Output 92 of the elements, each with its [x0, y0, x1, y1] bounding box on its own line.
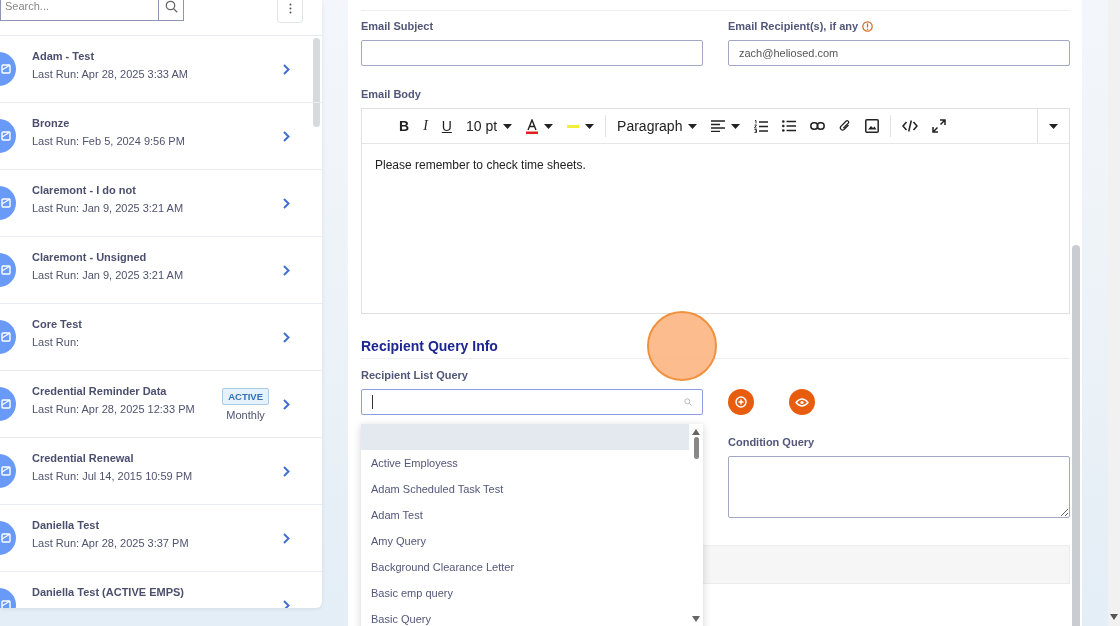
italic-button[interactable]: I	[416, 109, 435, 143]
field-label: Email Recipient(s), if any	[728, 20, 859, 32]
chevron-right-icon	[283, 130, 290, 142]
chevron-right-icon	[283, 465, 290, 477]
condition-field[interactable]	[728, 456, 1070, 518]
last-run-text: Last Run: Jul 14, 2015 10:59 PM	[32, 470, 194, 482]
item-name: Daniella Test (ACTIVE EMPS)	[32, 586, 185, 598]
scrollbar-thumb[interactable]	[1072, 245, 1080, 626]
caret-icon	[503, 123, 513, 129]
align-left-icon	[711, 120, 726, 132]
chevron-right-icon	[283, 532, 290, 544]
item-name: Credential Renewal	[32, 452, 135, 464]
dropdown-option[interactable]: Amy Query	[361, 528, 689, 554]
dropdown-option[interactable]: Adam Test	[361, 502, 689, 528]
chevron-right-icon	[283, 599, 290, 608]
last-run-text: Last Run: Jan 9, 2025 3:21 AM	[32, 269, 185, 281]
caret-icon	[1049, 123, 1058, 129]
recipient-field[interactable]: zach@heliosed.com	[728, 40, 1070, 66]
list-item[interactable]: Credential Renewal Last Run: Jul 14, 2015 10:59 PM	[0, 438, 322, 505]
frequency-text: Monthly	[226, 408, 265, 421]
last-run-text: Last Run: Apr 28, 2025 12:33 PM	[32, 403, 196, 415]
caret-icon	[544, 123, 554, 129]
caret-icon	[731, 123, 741, 129]
item-name: Core Test	[32, 318, 83, 330]
query-select-field[interactable]	[361, 389, 703, 415]
subject-field[interactable]	[361, 40, 703, 66]
item-name: Daniella Test	[32, 519, 101, 531]
chevron-right-icon	[283, 197, 290, 209]
caret-icon	[688, 123, 698, 129]
highlight-color-icon	[567, 124, 580, 128]
link-icon	[810, 122, 826, 130]
dropdown-option[interactable]: Active Employess	[361, 450, 689, 476]
info-icon[interactable]	[862, 20, 874, 32]
chevron-right-icon	[283, 63, 290, 75]
search-button[interactable]	[158, 0, 184, 21]
dropdown-option[interactable]: Background Clearance Letter	[361, 554, 689, 580]
chevron-right-icon	[283, 331, 290, 343]
scrollbar-thumb[interactable]	[313, 38, 320, 127]
last-run-text: Last Run: Jan 9, 2025 3:21 AM	[32, 202, 185, 214]
eye-icon	[795, 397, 809, 407]
preview-button[interactable]	[789, 389, 815, 415]
chevron-right-icon	[283, 398, 290, 410]
search-icon	[164, 0, 178, 13]
item-name: Bronze	[32, 117, 71, 129]
last-run-text: Last Run: Apr 28, 2025 3:33 AM	[32, 68, 189, 80]
font-size-dropdown[interactable]: 10 pt	[458, 109, 520, 143]
format-dropdown[interactable]: Paragraph	[610, 109, 705, 143]
last-run-text: Last Run:	[32, 336, 81, 348]
image-icon	[865, 119, 880, 133]
text-color-icon	[526, 118, 539, 134]
last-run-text: Last Run: Feb 5, 2024 9:56 PM	[32, 135, 186, 147]
item-name: Claremont - I do not	[32, 184, 137, 196]
add-button[interactable]	[728, 389, 754, 415]
status-badge: ACTIVE	[222, 387, 269, 405]
numbered-list-icon	[754, 119, 769, 133]
list-item[interactable]: Daniella Test Last Run: Apr 28, 2025 3:37 PM	[0, 505, 322, 572]
caret-icon	[585, 123, 595, 129]
add-icon	[735, 396, 747, 408]
dropdown-option[interactable]: Adam Scheduled Task Test	[361, 476, 689, 502]
list-item[interactable]: Adam - Test Last Run: Apr 28, 2025 3:33 AM	[0, 36, 322, 103]
search-icon	[684, 398, 692, 406]
list-item[interactable]: Daniella Test (ACTIVE EMPS)	[0, 572, 322, 608]
scrollbar-thumb[interactable]	[693, 437, 699, 459]
rich-text-editor[interactable]: B I U 10 pt Paragraph Please remember to check time sheets.	[361, 108, 1070, 314]
dropdown-option[interactable]: Basic Query	[361, 606, 689, 626]
chevron-right-icon	[283, 264, 290, 276]
item-name: Claremont - Unsigned	[32, 251, 148, 263]
field-label: Email Body	[361, 88, 421, 100]
scroll-up-icon[interactable]	[692, 429, 700, 435]
bold-button[interactable]: B	[392, 109, 417, 143]
list-item[interactable]: Credential Reminder Data Last Run: Apr 28, 2025 12:33 PM ACTIVE Monthly	[0, 371, 322, 438]
search-field[interactable]: Search...	[0, 0, 158, 21]
item-name: Adam - Test	[32, 50, 96, 62]
field-label: Recipient List Query	[361, 369, 468, 381]
scroll-down-icon[interactable]	[1110, 614, 1118, 620]
fullscreen-icon	[932, 119, 947, 133]
paperclip-icon	[839, 119, 852, 133]
underline-button[interactable]: U	[434, 109, 459, 143]
field-label: Email Subject	[361, 20, 434, 32]
list-item[interactable]: Bronze Last Run: Feb 5, 2024 9:56 PM	[0, 103, 322, 170]
list-item[interactable]: Claremont - Unsigned Last Run: Jan 9, 2025 3:21 AM	[0, 237, 322, 304]
last-run-text: Last Run: Apr 28, 2025 3:37 PM	[32, 537, 190, 549]
bullet-list-icon	[782, 120, 797, 132]
more-icon	[288, 2, 292, 14]
code-icon	[902, 120, 919, 132]
list-item[interactable]: Core Test Last Run:	[0, 304, 322, 371]
field-label: Condition Query	[728, 436, 815, 448]
item-name: Credential Reminder Data	[32, 385, 168, 397]
list-item[interactable]: Claremont - I do not Last Run: Jan 9, 2025 3:21 AM	[0, 170, 322, 237]
scroll-down-icon[interactable]	[692, 616, 700, 622]
body-text: Please remember to check time sheets.	[374, 157, 587, 174]
dropdown-option[interactable]: Basic emp query	[361, 580, 689, 606]
